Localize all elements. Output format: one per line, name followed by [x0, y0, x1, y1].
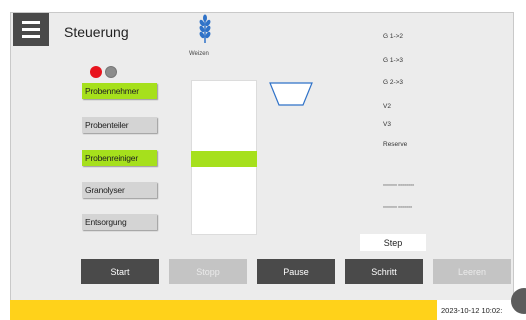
wheat-icon — [199, 14, 211, 43]
start-button[interactable]: Start — [81, 259, 159, 284]
schritt-button[interactable]: Schritt — [345, 259, 423, 284]
red-indicator — [90, 66, 102, 78]
status-reserve: Reserve — [383, 141, 408, 148]
page-title: Steuerung — [64, 24, 129, 40]
probenteiler-button[interactable]: Probenteiler — [82, 117, 157, 133]
leeren-button[interactable]: Leeren — [433, 259, 511, 284]
status-g1-3: G 1->3 — [383, 57, 404, 64]
menu-button[interactable] — [13, 13, 49, 46]
status-small-2: xxxxxxx xxxxxxx — [383, 204, 413, 209]
hopper-icon — [269, 82, 313, 106]
active-stage-indicator — [191, 151, 257, 167]
pause-button[interactable]: Pause — [257, 259, 335, 284]
status-g2-3: G 2->3 — [383, 79, 404, 86]
probenreiniger-button[interactable]: Probenreiniger — [82, 150, 157, 166]
status-v2: V2 — [383, 103, 391, 110]
status-v3: V3 — [383, 121, 391, 128]
grey-indicator — [105, 66, 117, 78]
entsorgung-button[interactable]: Entsorgung — [82, 214, 157, 230]
status-small-1: xxxxxxx xxxxxxxx — [383, 182, 415, 187]
stop-button[interactable]: Stopp — [169, 259, 247, 284]
product-label: Weizen — [189, 51, 209, 57]
step-display[interactable]: Step — [360, 234, 426, 251]
hamburger-icon — [22, 21, 40, 24]
datetime-display: 2023-10-12 10:02: — [437, 300, 514, 320]
status-g1-2: G 1->2 — [383, 33, 404, 40]
probennehmer-button[interactable]: Probennehmer — [82, 83, 157, 99]
granolyser-button[interactable]: Granolyser — [82, 182, 157, 198]
